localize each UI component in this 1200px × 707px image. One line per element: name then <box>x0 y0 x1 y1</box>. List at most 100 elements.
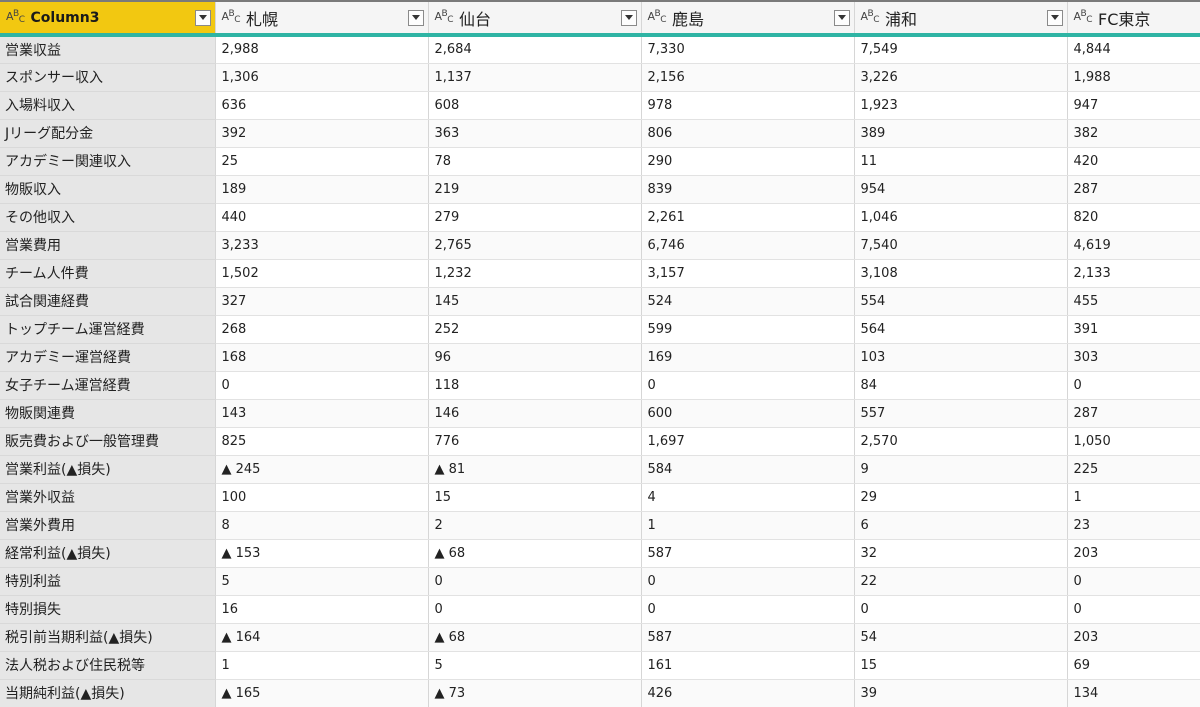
table-cell[interactable]: 0 <box>641 567 855 596</box>
table-cell[interactable]: 426 <box>641 679 855 707</box>
table-cell[interactable]: 4,619 <box>1067 231 1200 260</box>
table-cell[interactable]: 1,697 <box>641 427 855 456</box>
table-cell[interactable]: 820 <box>1067 203 1200 232</box>
table-cell[interactable]: 2,765 <box>428 231 642 260</box>
table-cell[interactable]: 1,502 <box>215 259 429 288</box>
table-cell[interactable]: 96 <box>428 343 642 372</box>
table-cell[interactable]: 168 <box>215 343 429 372</box>
table-cell[interactable]: ▲ 164 <box>215 623 429 652</box>
row-label-cell[interactable]: アカデミー運営経費 <box>0 343 216 372</box>
text-type-icon[interactable]: ABC <box>648 10 667 25</box>
table-cell[interactable]: 290 <box>641 147 855 176</box>
row-label-cell[interactable]: トップチーム運営経費 <box>0 315 216 344</box>
table-cell[interactable]: 2,261 <box>641 203 855 232</box>
table-cell[interactable]: 225 <box>1067 455 1200 484</box>
table-cell[interactable]: 554 <box>854 287 1068 316</box>
table-cell[interactable]: 2,570 <box>854 427 1068 456</box>
column-header-4[interactable]: ABC 浦和 <box>854 2 1068 37</box>
column-header-2[interactable]: ABC 仙台 <box>428 2 642 37</box>
table-cell[interactable]: 557 <box>854 399 1068 428</box>
table-cell[interactable]: 3,226 <box>854 63 1068 92</box>
table-cell[interactable]: ▲ 68 <box>428 539 642 568</box>
row-label-cell[interactable]: 営業費用 <box>0 231 216 260</box>
column-header-3[interactable]: ABC 鹿島 <box>641 2 855 37</box>
table-cell[interactable]: 1,988 <box>1067 63 1200 92</box>
table-cell[interactable]: 839 <box>641 175 855 204</box>
table-cell[interactable]: 1,923 <box>854 91 1068 120</box>
column-filter-dropdown-button[interactable] <box>407 9 424 26</box>
table-cell[interactable]: ▲ 81 <box>428 455 642 484</box>
table-cell[interactable]: 252 <box>428 315 642 344</box>
table-cell[interactable]: 455 <box>1067 287 1200 316</box>
table-cell[interactable]: 103 <box>854 343 1068 372</box>
column-filter-dropdown-button[interactable] <box>1046 9 1063 26</box>
table-cell[interactable]: 4,844 <box>1067 35 1200 64</box>
table-cell[interactable]: 599 <box>641 315 855 344</box>
table-cell[interactable]: 363 <box>428 119 642 148</box>
table-cell[interactable]: 78 <box>428 147 642 176</box>
table-cell[interactable]: ▲ 68 <box>428 623 642 652</box>
table-cell[interactable]: 15 <box>854 651 1068 680</box>
table-cell[interactable]: 203 <box>1067 539 1200 568</box>
table-cell[interactable]: 2,988 <box>215 35 429 64</box>
table-cell[interactable]: 584 <box>641 455 855 484</box>
row-label-cell[interactable]: 物販関連費 <box>0 399 216 428</box>
row-label-cell[interactable]: 営業利益(▲損失) <box>0 455 216 484</box>
row-label-cell[interactable]: 営業収益 <box>0 35 216 64</box>
table-cell[interactable]: 0 <box>641 595 855 624</box>
table-cell[interactable]: 279 <box>428 203 642 232</box>
table-cell[interactable]: 169 <box>641 343 855 372</box>
text-type-icon[interactable]: ABC <box>6 10 25 25</box>
table-cell[interactable]: 203 <box>1067 623 1200 652</box>
column-filter-dropdown-button[interactable] <box>833 9 850 26</box>
row-label-cell[interactable]: 税引前当期利益(▲損失) <box>0 623 216 652</box>
column-header-5[interactable]: ABC FC東京 <box>1067 2 1200 37</box>
table-cell[interactable]: 382 <box>1067 119 1200 148</box>
table-cell[interactable]: 636 <box>215 91 429 120</box>
table-cell[interactable]: 587 <box>641 623 855 652</box>
table-cell[interactable]: 1,050 <box>1067 427 1200 456</box>
text-type-icon[interactable]: ABC <box>222 10 241 25</box>
table-cell[interactable]: 134 <box>1067 679 1200 707</box>
row-label-cell[interactable]: 入場料収入 <box>0 91 216 120</box>
table-cell[interactable]: 29 <box>854 483 1068 512</box>
table-cell[interactable]: 7,540 <box>854 231 1068 260</box>
text-type-icon[interactable]: ABC <box>435 10 454 25</box>
table-cell[interactable]: ▲ 73 <box>428 679 642 707</box>
table-cell[interactable]: 978 <box>641 91 855 120</box>
table-cell[interactable]: 32 <box>854 539 1068 568</box>
table-cell[interactable]: 6,746 <box>641 231 855 260</box>
column-filter-dropdown-button[interactable] <box>194 9 211 26</box>
table-cell[interactable]: 287 <box>1067 399 1200 428</box>
table-cell[interactable]: 303 <box>1067 343 1200 372</box>
table-cell[interactable]: 1 <box>1067 483 1200 512</box>
row-label-cell[interactable]: 特別利益 <box>0 567 216 596</box>
table-cell[interactable]: 0 <box>1067 567 1200 596</box>
row-label-cell[interactable]: チーム人件費 <box>0 259 216 288</box>
row-label-cell[interactable]: 女子チーム運営経費 <box>0 371 216 400</box>
table-cell[interactable]: 1,046 <box>854 203 1068 232</box>
row-label-cell[interactable]: 法人税および住民税等 <box>0 651 216 680</box>
table-cell[interactable]: 161 <box>641 651 855 680</box>
row-label-cell[interactable]: 経常利益(▲損失) <box>0 539 216 568</box>
column-header-1[interactable]: ABC 札幌 <box>215 2 429 37</box>
table-cell[interactable]: 15 <box>428 483 642 512</box>
row-label-cell[interactable]: 販売費および一般管理費 <box>0 427 216 456</box>
table-cell[interactable]: 825 <box>215 427 429 456</box>
table-cell[interactable]: 600 <box>641 399 855 428</box>
table-cell[interactable]: 392 <box>215 119 429 148</box>
table-cell[interactable]: ▲ 165 <box>215 679 429 707</box>
table-cell[interactable]: 0 <box>1067 595 1200 624</box>
table-cell[interactable]: 0 <box>428 595 642 624</box>
table-cell[interactable]: 219 <box>428 175 642 204</box>
table-cell[interactable]: 16 <box>215 595 429 624</box>
table-cell[interactable]: 806 <box>641 119 855 148</box>
row-label-cell[interactable]: 試合関連経費 <box>0 287 216 316</box>
table-cell[interactable]: 954 <box>854 175 1068 204</box>
table-cell[interactable]: 145 <box>428 287 642 316</box>
table-cell[interactable]: 2,684 <box>428 35 642 64</box>
table-cell[interactable]: 84 <box>854 371 1068 400</box>
table-cell[interactable]: 4 <box>641 483 855 512</box>
table-cell[interactable]: 389 <box>854 119 1068 148</box>
table-cell[interactable]: 2 <box>428 511 642 540</box>
